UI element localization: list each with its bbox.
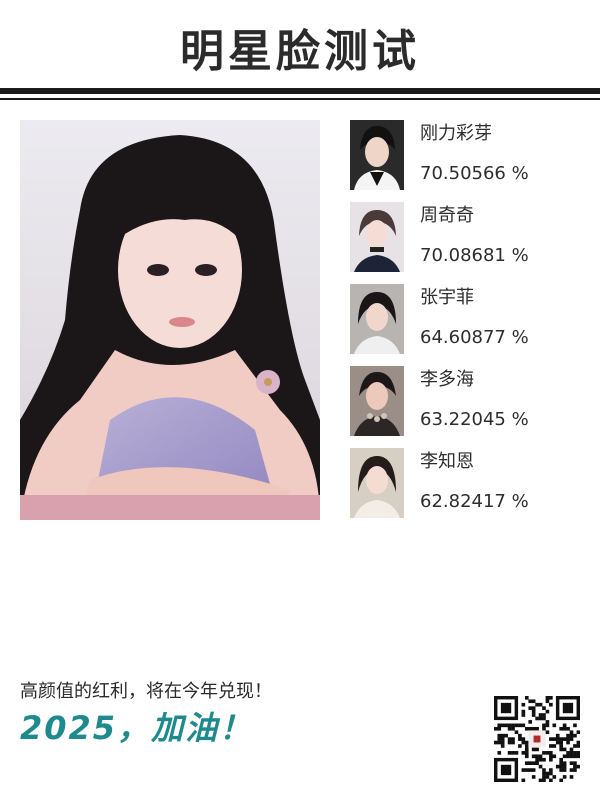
similarity-score: 70.08681 % bbox=[420, 245, 529, 266]
celebrity-thumbnail bbox=[350, 284, 404, 354]
title-divider-thick bbox=[0, 88, 600, 94]
celebrity-thumbnail bbox=[350, 120, 404, 190]
result-item: 李知恩 62.82417 % bbox=[350, 448, 590, 530]
celebrity-name: 张宇菲 bbox=[420, 287, 474, 308]
result-item: 李多海 63.22045 % bbox=[350, 366, 590, 448]
celebrity-thumbnail bbox=[350, 202, 404, 272]
similarity-score: 70.50566 % bbox=[420, 163, 529, 184]
similarity-score: 64.60877 % bbox=[420, 327, 529, 348]
celebrity-name: 刚力彩芽 bbox=[420, 123, 492, 144]
result-item: 周奇奇 70.08681 % bbox=[350, 202, 590, 284]
uploaded-portrait-photo bbox=[20, 120, 320, 520]
qr-code-icon bbox=[494, 696, 581, 783]
slogan-text: 2025，加油！ bbox=[20, 709, 254, 747]
portrait-image bbox=[20, 120, 320, 520]
celebrity-name: 周奇奇 bbox=[420, 205, 474, 226]
result-item: 刚力彩芽 70.50566 % bbox=[350, 120, 590, 202]
celebrity-thumbnail bbox=[350, 448, 404, 518]
celebrity-name: 李多海 bbox=[420, 369, 474, 390]
page-title: 明星脸测试 bbox=[180, 26, 420, 77]
similarity-score: 63.22045 % bbox=[420, 409, 529, 430]
tagline-text: 高颜值的红利，将在今年兑现！ bbox=[20, 681, 272, 702]
celebrity-name: 李知恩 bbox=[420, 451, 474, 472]
title-divider-thin bbox=[0, 98, 600, 100]
celebrity-thumbnail bbox=[350, 366, 404, 436]
result-item: 张宇菲 64.60877 % bbox=[350, 284, 590, 366]
similarity-score: 62.82417 % bbox=[420, 491, 529, 512]
result-list: 刚力彩芽 70.50566 % 周奇奇 70.08681 % 张宇菲 64.60… bbox=[350, 120, 590, 530]
